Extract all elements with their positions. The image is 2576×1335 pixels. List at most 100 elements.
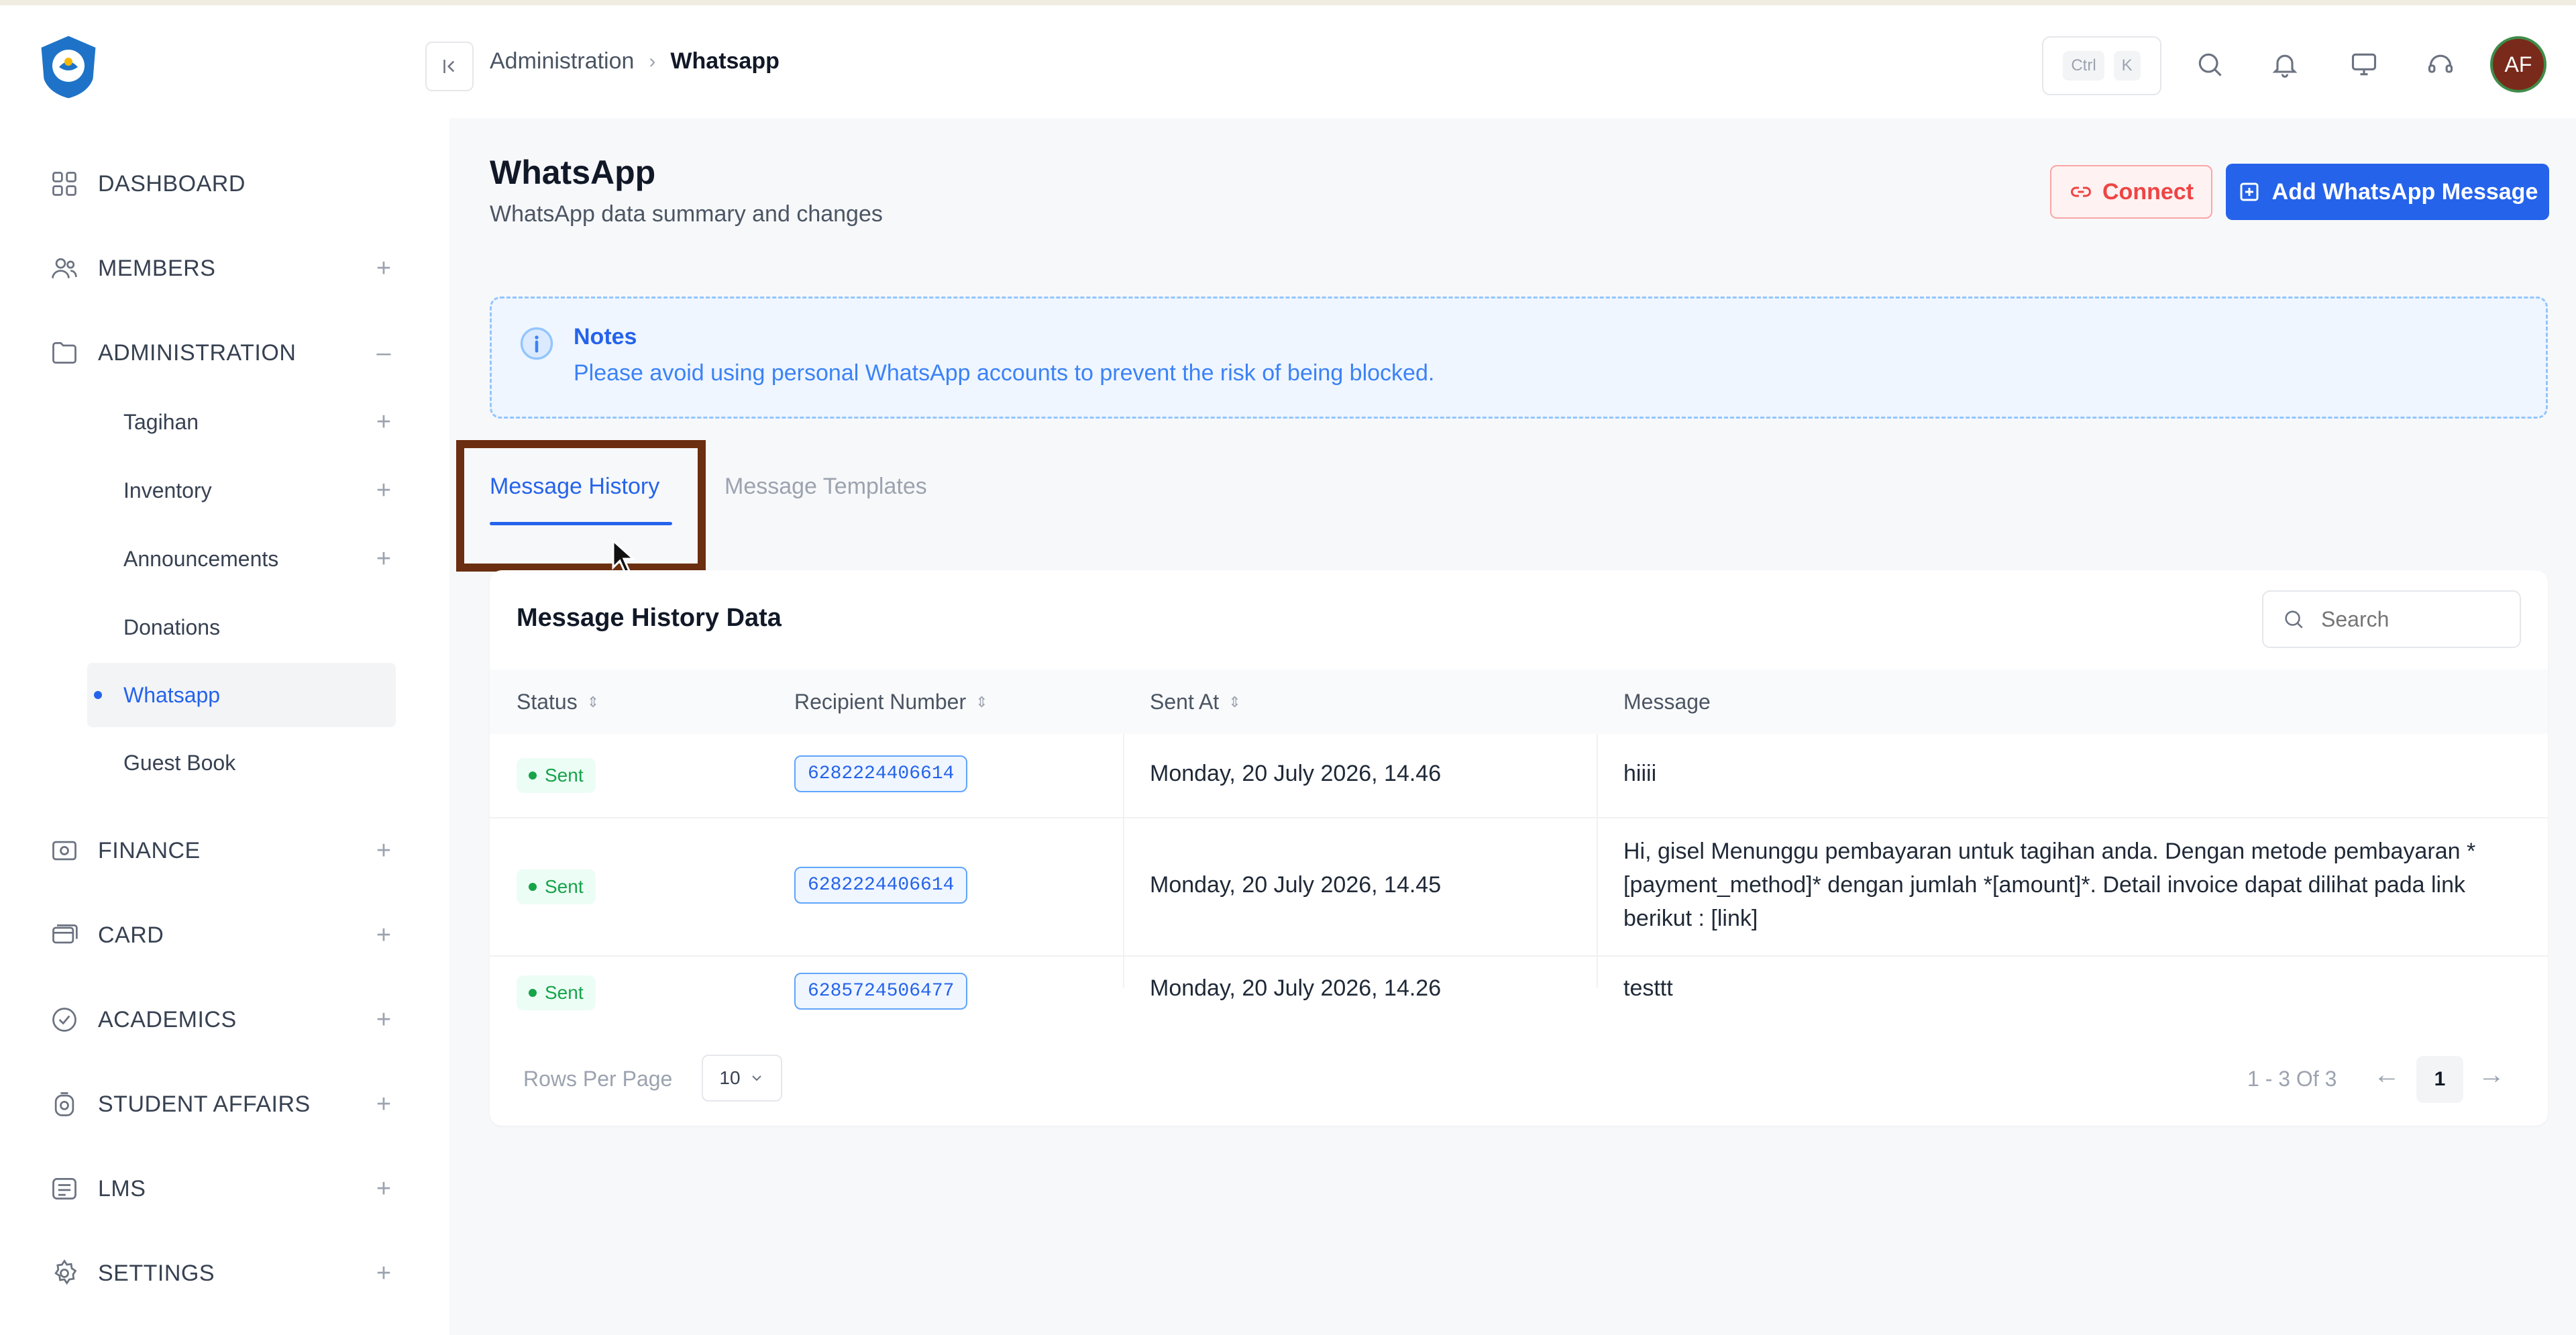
expand-icon: + xyxy=(376,407,392,436)
folder-icon xyxy=(48,337,80,369)
expand-icon: + xyxy=(376,544,392,573)
expand-icon: + xyxy=(376,920,392,949)
command-palette-shortcut[interactable]: Ctrl K xyxy=(2042,36,2161,95)
table-row[interactable]: Sent 6285724506477 Monday, 20 July 2026,… xyxy=(490,955,2548,1029)
sidebar-subitem-label: Guest Book xyxy=(123,750,236,775)
rows-per-page-label: Rows Per Page xyxy=(523,1067,673,1091)
recipient-number-badge[interactable]: 6282224406614 xyxy=(794,867,968,904)
table-search[interactable] xyxy=(2262,590,2521,648)
connect-button[interactable]: Connect xyxy=(2050,165,2212,219)
column-label: Message xyxy=(1623,690,1711,714)
sidebar-subitem-announcements[interactable]: Announcements + xyxy=(87,539,397,578)
sidebar-item-student-affairs[interactable]: STUDENT AFFAIRS + xyxy=(48,1084,397,1124)
message-cell: testtt xyxy=(1623,975,1673,1001)
sidebar-item-lms[interactable]: LMS + xyxy=(48,1169,397,1209)
breadcrumb: Administration › Whatsapp xyxy=(490,48,780,74)
search-icon[interactable] xyxy=(2190,44,2230,85)
search-icon xyxy=(2285,610,2303,629)
table-row[interactable]: Sent 6282224406614 Monday, 20 July 2026,… xyxy=(490,734,2548,818)
sidebar-item-label: SETTINGS xyxy=(98,1260,215,1286)
status-dot-icon xyxy=(529,771,537,780)
breadcrumb-current: Whatsapp xyxy=(670,48,780,74)
sort-icon[interactable]: ⇕ xyxy=(975,694,987,711)
connect-label: Connect xyxy=(2102,178,2194,205)
expand-icon: + xyxy=(376,476,392,504)
table-title: Message History Data xyxy=(517,604,782,632)
gear-icon xyxy=(48,1257,80,1289)
add-message-label: Add WhatsApp Message xyxy=(2271,178,2538,205)
sidebar-item-card[interactable]: CARD + xyxy=(48,915,397,955)
collapse-icon: – xyxy=(376,338,391,367)
column-label: Status xyxy=(517,690,578,714)
next-page-icon[interactable]: → xyxy=(2478,1060,2505,1090)
student-icon xyxy=(48,1088,80,1120)
expand-icon: + xyxy=(376,1259,392,1287)
chevron-right-icon: › xyxy=(649,50,656,72)
sidebar-item-academics[interactable]: ACADEMICS + xyxy=(48,1000,397,1040)
message-cell: Hi, gisel Menunggu pembayaran untuk tagi… xyxy=(1623,839,2476,931)
active-dot-icon xyxy=(94,691,102,699)
expand-icon: + xyxy=(376,254,392,282)
kbd-ctrl: Ctrl xyxy=(2063,51,2104,81)
sidebar-item-dashboard[interactable]: DASHBOARD xyxy=(48,164,397,204)
expand-icon: + xyxy=(376,1005,392,1034)
sidebar-item-administration[interactable]: ADMINISTRATION – xyxy=(48,333,397,373)
page-title: WhatsApp xyxy=(490,154,656,191)
kbd-k: K xyxy=(2113,51,2141,81)
rows-per-page-select[interactable]: 10 xyxy=(702,1055,782,1102)
monitor-icon[interactable] xyxy=(2344,44,2384,85)
sidebar-subitem-donations[interactable]: Donations xyxy=(87,608,397,647)
add-whatsapp-message-button[interactable]: Add WhatsApp Message xyxy=(2226,164,2549,220)
search-input[interactable] xyxy=(2320,606,2497,633)
collapse-sidebar-button[interactable] xyxy=(425,42,474,91)
pagination-info: 1 - 3 Of 3 xyxy=(2247,1067,2337,1091)
rows-per-page-value: 10 xyxy=(719,1067,741,1088)
bell-icon[interactable] xyxy=(2265,44,2305,85)
sort-icon[interactable]: ⇕ xyxy=(587,694,599,711)
sidebar-item-label: MEMBERS xyxy=(98,255,216,281)
sent-at-cell: Monday, 20 July 2026, 14.45 xyxy=(1150,872,1442,898)
avatar[interactable]: AF xyxy=(2490,36,2546,93)
column-sent-at[interactable]: Sent At ⇕ xyxy=(1150,690,1241,714)
academic-icon xyxy=(48,1004,80,1036)
recipient-number-badge[interactable]: 6285724506477 xyxy=(794,973,968,1010)
sidebar-item-label: ADMINISTRATION xyxy=(98,339,297,366)
school-logo[interactable] xyxy=(35,32,102,102)
prev-page-icon[interactable]: ← xyxy=(2373,1060,2400,1090)
recipient-number-badge[interactable]: 6282224406614 xyxy=(794,755,968,792)
breadcrumb-administration[interactable]: Administration xyxy=(490,48,634,74)
sidebar-subitem-whatsapp[interactable]: Whatsapp xyxy=(87,663,396,727)
expand-icon: + xyxy=(376,1174,392,1203)
status-badge: Sent xyxy=(517,975,596,1010)
sidebar-subitem-label: Tagihan xyxy=(123,409,199,434)
sort-icon[interactable]: ⇕ xyxy=(1228,694,1240,711)
info-icon xyxy=(520,327,553,360)
tab-message-templates[interactable]: Message Templates xyxy=(724,474,927,500)
annotation-highlight-box xyxy=(456,440,706,572)
sent-at-cell: Monday, 20 July 2026, 14.26 xyxy=(1150,975,1442,1001)
sidebar-item-label: ACADEMICS xyxy=(98,1006,237,1032)
page-subtitle: WhatsApp data summary and changes xyxy=(490,201,883,227)
sidebar-subitem-inventory[interactable]: Inventory + xyxy=(87,471,397,510)
status-text: Sent xyxy=(545,765,584,786)
sidebar-subitem-label: Whatsapp xyxy=(123,682,221,707)
message-history-card: Message History Data Status ⇕ Recipient N… xyxy=(490,570,2548,1126)
wallet-icon xyxy=(48,835,80,867)
status-text: Sent xyxy=(545,876,584,897)
page-number-button[interactable]: 1 xyxy=(2416,1056,2463,1103)
sidebar-subitem-tagihan[interactable]: Tagihan + xyxy=(87,403,397,441)
sidebar-item-finance[interactable]: FINANCE + xyxy=(48,831,397,871)
sidebar-item-label: CARD xyxy=(98,922,164,948)
column-message: Message xyxy=(1623,690,1711,714)
table-row[interactable]: Sent 6282224406614 Monday, 20 July 2026,… xyxy=(490,817,2548,957)
status-badge: Sent xyxy=(517,869,596,904)
column-recipient-number[interactable]: Recipient Number ⇕ xyxy=(794,690,988,714)
sidebar-item-settings[interactable]: SETTINGS + xyxy=(48,1253,397,1293)
sidebar-item-label: FINANCE xyxy=(98,837,201,863)
sidebar-item-members[interactable]: MEMBERS + xyxy=(48,248,397,288)
column-status[interactable]: Status ⇕ xyxy=(517,690,599,714)
support-icon[interactable] xyxy=(2420,44,2461,85)
message-cell: hiiii xyxy=(1623,761,1657,786)
sidebar-subitem-guest-book[interactable]: Guest Book xyxy=(87,743,397,782)
sidebar-subitem-label: Donations xyxy=(123,615,221,639)
